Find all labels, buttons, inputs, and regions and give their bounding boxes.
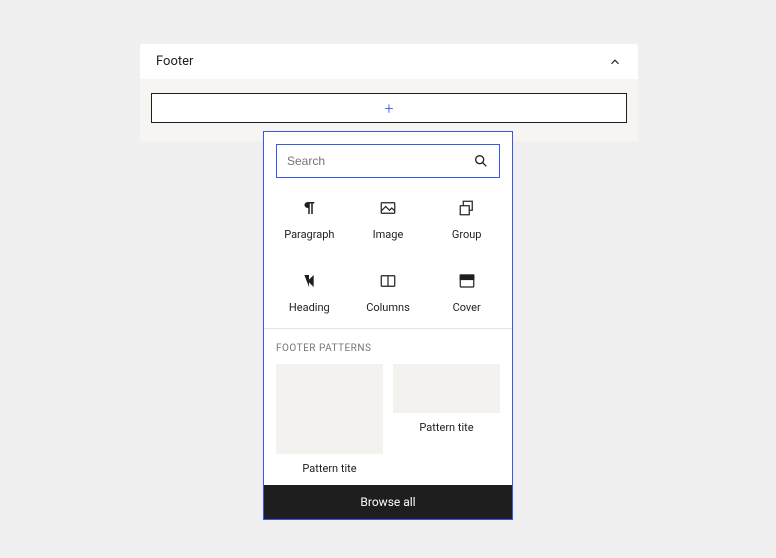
cover-icon [457,271,477,291]
add-block-button[interactable]: + [151,93,627,123]
patterns-grid: Pattern tite Pattern tite [276,364,500,475]
block-image[interactable]: Image [349,194,428,245]
columns-icon [378,271,398,291]
plus-icon: + [384,99,393,118]
block-heading[interactable]: Heading [270,267,349,318]
block-group[interactable]: Group [427,194,506,245]
block-columns[interactable]: Columns [349,267,428,318]
search-field[interactable] [276,144,500,178]
block-cover[interactable]: Cover [427,267,506,318]
browse-all-button[interactable]: Browse all [264,485,512,519]
footer-panel: Footer + [140,44,638,141]
block-label: Columns [366,301,410,314]
panel-title: Footer [156,54,193,69]
block-paragraph[interactable]: Paragraph [270,194,349,245]
block-label: Cover [453,301,481,314]
pattern-title: Pattern tite [419,421,473,434]
pattern-preview [276,364,383,454]
pattern-preview [393,364,500,413]
pattern-title: Pattern tite [302,462,356,475]
block-label: Heading [289,301,330,314]
heading-icon [299,271,319,291]
pattern-item[interactable]: Pattern tite [393,364,500,434]
patterns-section: FOOTER PATTERNS Pattern tite Pattern tit… [264,329,512,485]
panel-header[interactable]: Footer [140,44,638,79]
pattern-item[interactable]: Pattern tite [276,364,383,475]
search-icon [473,153,489,169]
block-label: Group [452,228,482,241]
block-label: Paragraph [284,228,334,241]
block-label: Image [373,228,404,241]
block-grid: Paragraph Image Group Heading Columns [264,190,512,328]
group-icon [457,198,477,218]
search-wrap [264,132,512,190]
paragraph-icon [299,198,319,218]
image-icon [378,198,398,218]
block-inserter-popover: Paragraph Image Group Heading Columns [263,131,513,520]
search-input[interactable] [287,154,473,168]
patterns-heading: FOOTER PATTERNS [276,343,500,354]
chevron-up-icon [608,55,622,69]
